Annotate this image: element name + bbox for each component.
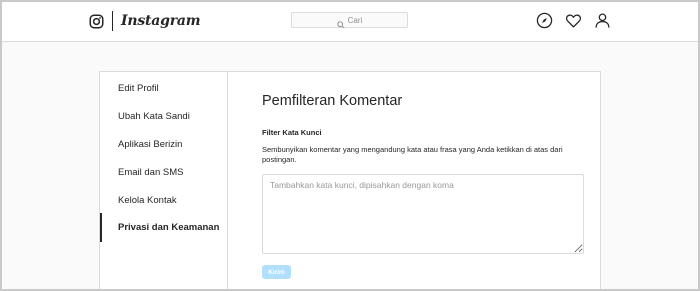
logo-divider — [112, 11, 113, 31]
sidebar-item-label: Email dan SMS — [118, 166, 184, 178]
sidebar-item-label: Aplikasi Berizin — [118, 138, 183, 150]
nav-icons — [536, 12, 623, 29]
sidebar-item-edit-profile[interactable]: Edit Profil — [100, 78, 227, 98]
sidebar-item-privacy-security[interactable]: Privasi dan Keamanan — [100, 213, 227, 242]
heart-icon[interactable] — [565, 12, 582, 29]
compass-icon[interactable] — [536, 12, 553, 29]
sidebar-item-label: Edit Profil — [118, 82, 159, 94]
section-title: Filter Kata Kunci — [262, 128, 322, 137]
camera-icon — [89, 14, 104, 29]
settings-content: Pemfilteran Komentar Filter Kata Kunci S… — [228, 72, 600, 289]
sidebar-item-label: Privasi dan Keamanan — [118, 222, 220, 233]
sidebar-item-label: Kelola Kontak — [118, 194, 177, 206]
instagram-wordmark: Instagram — [121, 13, 201, 29]
sidebar-item-label: Ubah Kata Sandi — [118, 110, 190, 122]
top-navigation-bar: Instagram Cari — [2, 2, 698, 42]
person-icon[interactable] — [594, 12, 611, 29]
search-box[interactable]: Cari — [291, 12, 408, 29]
settings-sidebar: Edit Profil Ubah Kata Sandi Aplikasi Ber… — [100, 72, 228, 289]
sidebar-item-email-sms[interactable]: Email dan SMS — [100, 162, 227, 182]
app-frame: Instagram Cari Edit Profil Ubah Kata San… — [2, 2, 698, 289]
section-description: Sembunyikan komentar yang mengandung kat… — [262, 145, 563, 164]
settings-card: Edit Profil Ubah Kata Sandi Aplikasi Ber… — [99, 71, 601, 289]
sidebar-item-manage-contacts[interactable]: Kelola Kontak — [100, 190, 227, 210]
sidebar-item-authorized-apps[interactable]: Aplikasi Berizin — [100, 134, 227, 154]
search-icon — [336, 16, 345, 29]
search-placeholder: Cari — [347, 15, 363, 25]
submit-button[interactable]: Kirim — [262, 265, 291, 279]
home-logo-link[interactable]: Instagram — [89, 11, 201, 31]
keywords-textarea[interactable] — [262, 174, 584, 254]
page-title: Pemfilteran Komentar — [262, 93, 403, 109]
sidebar-item-change-password[interactable]: Ubah Kata Sandi — [100, 106, 227, 126]
